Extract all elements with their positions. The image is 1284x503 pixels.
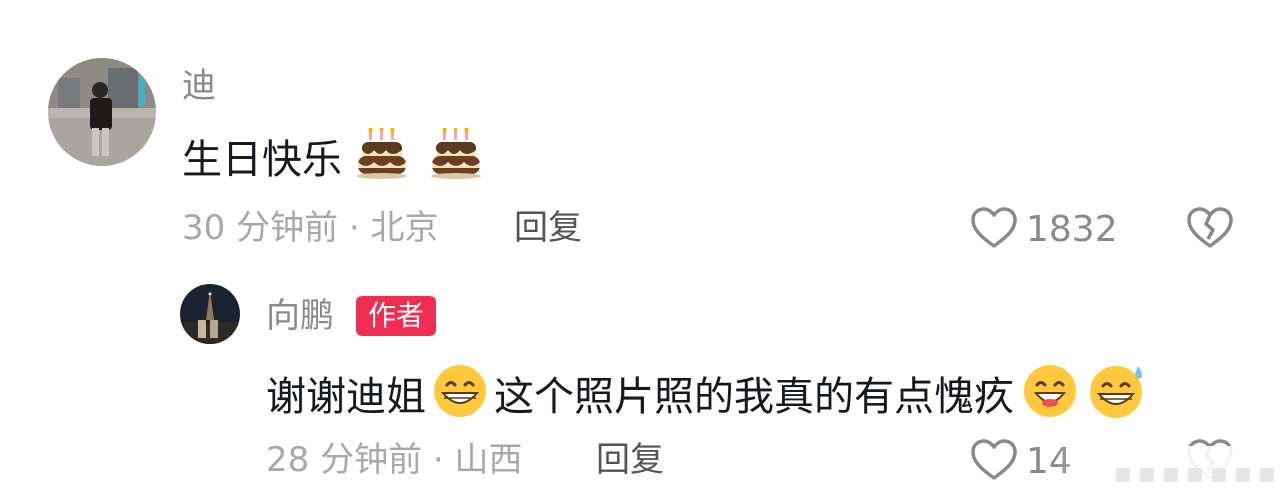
avatar[interactable] — [48, 58, 156, 166]
comment-meta: 30 分钟前 · 北京 — [182, 208, 439, 248]
grin-emoji-icon — [430, 363, 490, 430]
avatar[interactable] — [180, 284, 240, 344]
dislike-button[interactable] — [1186, 206, 1234, 254]
reply-text-part2: 这个照片照的我真的有点愧疚 — [494, 373, 1014, 420]
birthday-cake-icon — [356, 125, 408, 191]
grin-sweat-emoji-icon — [1086, 362, 1148, 431]
birthday-cake-icon — [430, 125, 482, 191]
comment-username[interactable]: 迪 — [182, 66, 216, 106]
broken-heart-icon — [1186, 207, 1234, 254]
watermark-dots — [1116, 468, 1284, 482]
watermark — [1056, 446, 1284, 503]
like-count: 1832 — [1026, 209, 1118, 250]
comment-text: 生日快乐 — [182, 125, 482, 191]
happy-emoji-icon — [1020, 363, 1080, 430]
heart-icon — [970, 438, 1018, 486]
like-button[interactable]: 1832 — [970, 206, 1118, 254]
reply-meta: 28 分钟前 · 山西 — [266, 440, 523, 480]
comment-item: 迪 生日快乐 30 分钟前 · 北京 回复 1832 — [0, 0, 1284, 270]
reply-button[interactable]: 回复 — [596, 440, 664, 480]
heart-icon — [970, 206, 1018, 254]
reply-button[interactable]: 回复 — [514, 208, 582, 248]
reply-username[interactable]: 向鹏 — [266, 296, 334, 336]
comment-text-label: 生日快乐 — [182, 136, 342, 183]
reply-text: 谢谢迪姐 这个照片照的我真的有点愧疚 — [266, 362, 1148, 431]
author-badge: 作者 — [356, 296, 437, 336]
reply-text-part1: 谢谢迪姐 — [266, 373, 426, 420]
